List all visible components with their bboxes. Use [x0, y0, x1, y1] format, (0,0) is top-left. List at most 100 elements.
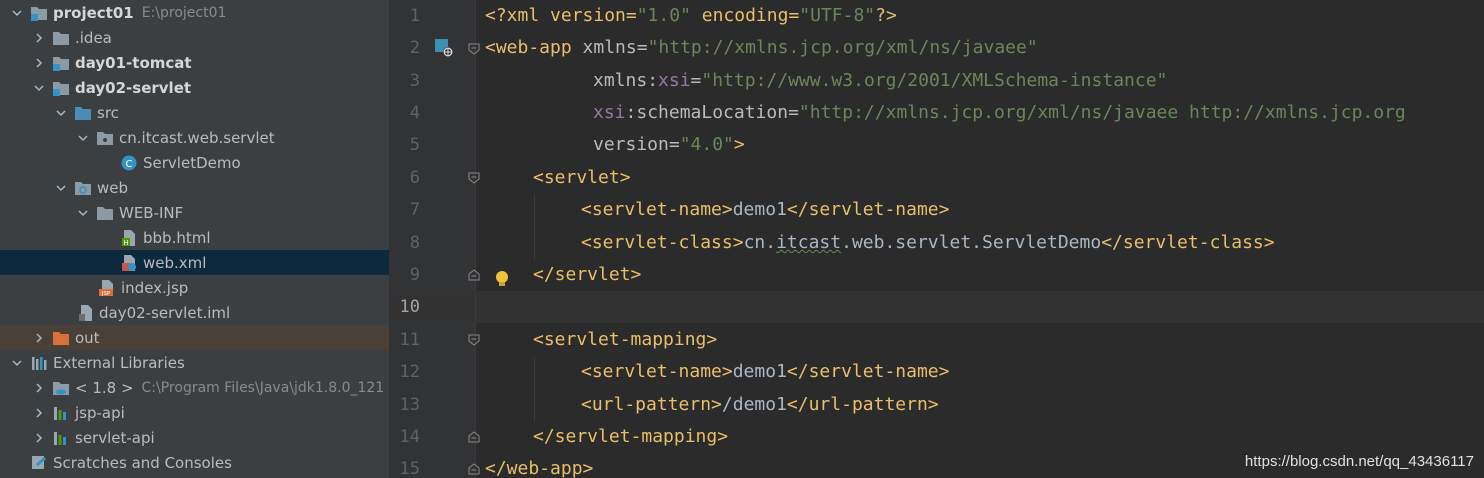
line-number: 14	[399, 427, 420, 447]
line-number: 3	[409, 71, 420, 91]
tree-item-label: web.xml	[143, 253, 207, 272]
tree-item-external-libraries[interactable]: External Libraries	[0, 350, 389, 375]
code-line-4[interactable]: xsi:schemaLocation="http://xmlns.jcp.org…	[593, 97, 1406, 129]
code-token: </url-pattern>	[786, 394, 939, 415]
code-line-9[interactable]: </servlet>	[533, 259, 641, 291]
indent-guide	[534, 195, 535, 260]
fold-icon[interactable]	[467, 461, 481, 475]
svg-text:JSP: JSP	[101, 291, 111, 297]
jdk-icon	[52, 379, 70, 397]
code-token: version=	[593, 134, 680, 155]
code-token: .web.servlet.ServletDemo	[841, 232, 1102, 253]
tree-item-iml[interactable]: day02-servlet.iml	[0, 300, 389, 325]
tree-item-label: web	[97, 178, 129, 197]
ide-window: project01 E:\project01 .idea day01-tomca…	[0, 0, 1484, 478]
tree-item-jsp-api[interactable]: jsp-api	[0, 400, 389, 425]
code-token: </servlet-class>	[1101, 232, 1275, 253]
fold-icon[interactable]	[467, 332, 481, 346]
tree-item-label: cn.itcast.web.servlet	[119, 128, 275, 147]
tree-item-scratches[interactable]: Scratches and Consoles	[0, 450, 389, 475]
tree-item-label: src	[97, 103, 119, 122]
code-token: <servlet-class>	[581, 232, 744, 253]
chevron-down-icon[interactable]	[76, 206, 90, 220]
tree-item-day01-tomcat[interactable]: day01-tomcat	[0, 50, 389, 75]
chevron-right-icon[interactable]	[32, 56, 46, 70]
tree-item-index-jsp[interactable]: JSP index.jsp	[0, 275, 389, 300]
chevron-down-icon[interactable]	[54, 181, 68, 195]
code-line-7[interactable]: <servlet-name>demo1</servlet-name>	[581, 194, 949, 226]
bulb-icon[interactable]	[494, 269, 510, 289]
line-number: 1	[409, 6, 420, 26]
tree-item-label: day02-servlet	[75, 78, 192, 97]
tree-item-servlet-api[interactable]: servlet-api	[0, 425, 389, 450]
code-line-8[interactable]: <servlet-class>cn.itcast.web.servlet.Ser…	[581, 227, 1275, 259]
code-token: "UTF-8"	[799, 5, 876, 26]
web-xml-gutter-icon[interactable]	[434, 38, 454, 58]
code-token: <servlet-name>	[581, 361, 733, 382]
tree-item-label: day01-tomcat	[75, 53, 192, 72]
out-folder-icon	[52, 329, 70, 347]
class-icon: C	[120, 154, 138, 172]
fold-icon[interactable]	[467, 429, 481, 443]
tree-item-label: WEB-INF	[119, 203, 184, 222]
code-token: cn.	[743, 232, 777, 253]
jsp-file-icon: JSP	[98, 279, 116, 297]
code-line-14[interactable]: </servlet-mapping>	[533, 421, 728, 453]
code-token: xsi	[658, 70, 691, 91]
code-token: </servlet-name>	[786, 361, 950, 382]
fold-icon[interactable]	[467, 41, 481, 55]
code-editor[interactable]: 1 2 3 4 5 6 7 8 9 10 11 12 13 14 15 <?xm…	[390, 0, 1484, 478]
chevron-down-icon[interactable]	[10, 6, 24, 20]
chevron-right-icon[interactable]	[32, 31, 46, 45]
indent-guide	[534, 357, 535, 422]
code-token: demo1	[732, 199, 787, 220]
fold-icon[interactable]	[467, 267, 481, 281]
chevron-right-icon[interactable]	[32, 431, 46, 445]
line-number: 11	[399, 330, 420, 350]
tree-item-package[interactable]: cn.itcast.web.servlet	[0, 125, 389, 150]
code-token: "1.0"	[636, 5, 691, 26]
code-line-12[interactable]: <servlet-name>demo1</servlet-name>	[581, 356, 949, 388]
tree-item-project01[interactable]: project01 E:\project01	[0, 0, 389, 25]
chevron-right-icon[interactable]	[32, 406, 46, 420]
chevron-right-icon[interactable]	[32, 381, 46, 395]
code-token: =	[690, 70, 702, 91]
web-folder-icon	[74, 179, 92, 197]
tree-item-src[interactable]: src	[0, 100, 389, 125]
code-line-1[interactable]: <?xml version="1.0" encoding="UTF-8"?>	[485, 0, 897, 32]
code-token: <servlet-name>	[581, 199, 733, 220]
code-line-13[interactable]: <url-pattern>/demo1</url-pattern>	[581, 389, 939, 421]
tree-item-out[interactable]: out	[0, 325, 389, 350]
tree-item-web[interactable]: web	[0, 175, 389, 200]
tree-item-label: < 1.8 >	[75, 378, 134, 397]
code-token: </servlet-name>	[786, 199, 950, 220]
code-line-6[interactable]: <servlet>	[533, 162, 631, 194]
code-token: </servlet-mapping>	[533, 426, 729, 447]
code-line-2[interactable]: <web-app xmlns="http://xmlns.jcp.org/xml…	[485, 32, 1038, 64]
code-line-3[interactable]: xmlns:xsi="http://www.w3.org/2001/XMLSch…	[593, 65, 1167, 97]
tree-item-servletdemo[interactable]: C ServletDemo	[0, 150, 389, 175]
chevron-down-icon[interactable]	[32, 81, 46, 95]
chevron-down-icon[interactable]	[54, 106, 68, 120]
code-token: "http://xmlns.jcp.org/xml/ns/javaee"	[647, 37, 1038, 58]
library-icon	[52, 404, 70, 422]
line-number: 8	[409, 233, 420, 253]
chevron-down-icon[interactable]	[10, 356, 24, 370]
code-token: ?>	[875, 5, 897, 26]
chevron-down-icon[interactable]	[76, 131, 90, 145]
code-token: xsi	[593, 102, 626, 123]
tree-item-web-inf[interactable]: WEB-INF	[0, 200, 389, 225]
fold-icon[interactable]	[467, 170, 481, 184]
code-line-11[interactable]: <servlet-mapping>	[533, 324, 717, 356]
tree-item-jdk[interactable]: < 1.8 > C:\Program Files\Java\jdk1.8.0_1…	[0, 375, 389, 400]
tree-item-idea[interactable]: .idea	[0, 25, 389, 50]
code-token: :	[647, 70, 659, 91]
tree-item-bbb-html[interactable]: H bbb.html	[0, 225, 389, 250]
tree-item-label: index.jsp	[121, 278, 189, 297]
tree-item-day02-servlet[interactable]: day02-servlet	[0, 75, 389, 100]
code-line-5[interactable]: version="4.0">	[593, 129, 745, 161]
tree-item-web-xml[interactable]: web.xml	[0, 250, 389, 275]
chevron-right-icon[interactable]	[32, 331, 46, 345]
code-line-15[interactable]: </web-app>	[485, 453, 593, 478]
code-token: itcast	[776, 232, 842, 253]
